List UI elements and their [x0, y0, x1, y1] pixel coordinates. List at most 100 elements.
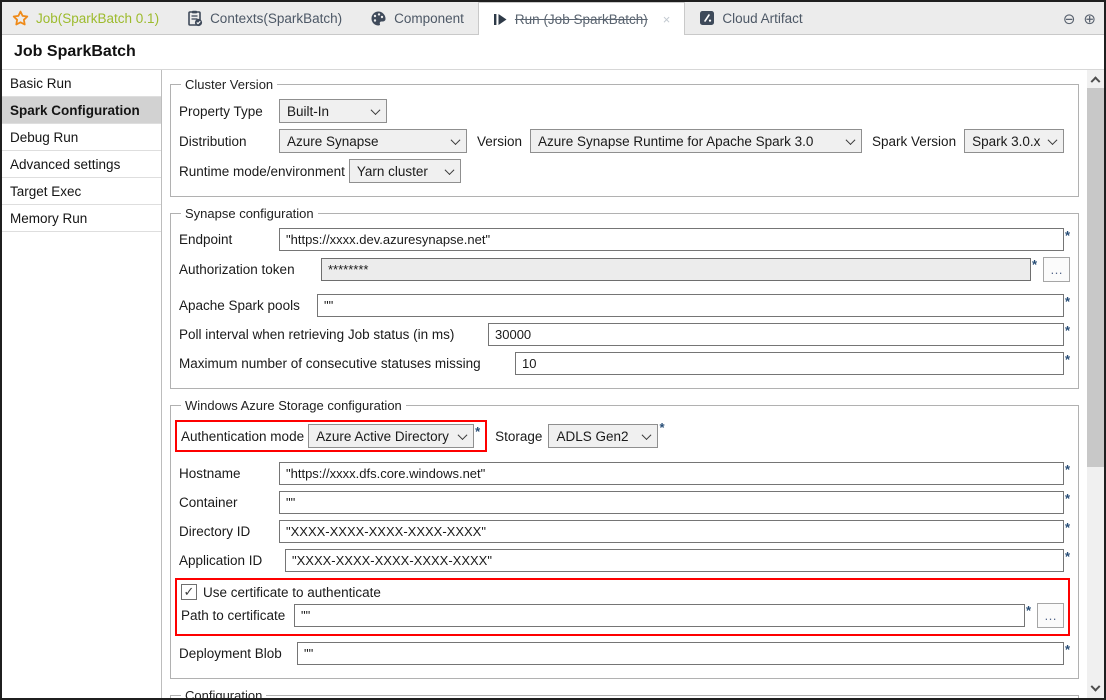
storage-label: Storage [495, 429, 542, 444]
sidebar-item-advanced-settings[interactable]: Advanced settings [2, 151, 161, 178]
run-icon [493, 12, 508, 27]
dropdown-value: Spark 3.0.x [972, 134, 1040, 149]
required-marker: * [1065, 463, 1070, 476]
tab-job[interactable]: Job(SparkBatch 0.1) [2, 2, 173, 34]
tab-contexts-label: Contexts(SparkBatch) [210, 11, 342, 26]
deployment-blob-label: Deployment Blob [179, 646, 297, 661]
close-tab-icon[interactable]: × [663, 12, 671, 27]
directory-id-input[interactable] [279, 520, 1064, 543]
max-missing-statuses-label: Maximum number of consecutive statuses m… [179, 356, 515, 371]
application-id-input[interactable] [285, 549, 1064, 572]
group-legend: Windows Azure Storage configuration [181, 398, 406, 413]
authorization-token-input[interactable] [321, 258, 1031, 281]
sidebar-item-debug-run[interactable]: Debug Run [2, 124, 161, 151]
spark-version-dropdown[interactable]: Spark 3.0.x [964, 129, 1064, 153]
sidebar-item-memory-run[interactable]: Memory Run [2, 205, 161, 232]
minimize-view-icon[interactable]: ⊖ [1063, 10, 1076, 28]
tab-run-label: Run (Job SparkBatch) [515, 12, 648, 27]
spark-version-label: Spark Version [872, 134, 956, 149]
required-marker: * [1065, 324, 1070, 337]
view-tab-bar: Job(SparkBatch 0.1) Contexts(SparkBatch) [2, 2, 1104, 35]
required-marker: * [475, 425, 480, 438]
app-window: Job(SparkBatch 0.1) Contexts(SparkBatch) [0, 0, 1106, 700]
application-id-label: Application ID [179, 553, 285, 568]
runtime-mode-dropdown[interactable]: Yarn cluster [349, 159, 461, 183]
group-windows-azure-storage: Windows Azure Storage configuration Auth… [170, 398, 1079, 679]
required-marker: * [659, 421, 664, 434]
sidebar-item-label: Spark Configuration [10, 103, 140, 118]
group-legend: Cluster Version [181, 77, 277, 92]
vertical-scrollbar[interactable] [1087, 70, 1104, 698]
required-marker: * [1065, 353, 1070, 366]
scrollbar-thumb[interactable] [1087, 88, 1104, 467]
dropdown-value: Azure Active Directory [316, 429, 449, 444]
scroll-up-icon[interactable] [1087, 70, 1104, 87]
clipboard-check-icon [187, 10, 203, 27]
version-label: Version [477, 134, 522, 149]
spark-configuration-panel: Cluster Version Property Type Built-In D… [162, 70, 1087, 698]
group-configuration: Configuration Use local timezone ✓ Use d… [170, 688, 1079, 698]
required-marker: * [1065, 229, 1070, 242]
use-certificate-checkbox[interactable]: ✓ [181, 584, 197, 600]
directory-id-label: Directory ID [179, 524, 279, 539]
path-to-certificate-label: Path to certificate [181, 608, 294, 623]
container-label: Container [179, 495, 279, 510]
palette-icon [370, 10, 387, 27]
auth-mode-highlight: Authentication mode Azure Active Directo… [175, 420, 487, 452]
chevron-down-icon [371, 105, 381, 115]
required-marker: * [1065, 643, 1070, 656]
apache-spark-pools-input[interactable] [317, 294, 1064, 317]
tab-component[interactable]: Component [356, 2, 478, 34]
dropdown-value: Yarn cluster [357, 164, 428, 179]
tab-run[interactable]: Run (Job SparkBatch) × [478, 2, 685, 35]
poll-interval-input[interactable] [488, 323, 1064, 346]
authentication-mode-label: Authentication mode [181, 429, 304, 444]
authorization-token-label: Authorization token [179, 262, 321, 277]
sidebar-item-target-exec[interactable]: Target Exec [2, 178, 161, 205]
required-marker: * [1065, 492, 1070, 505]
container-input[interactable] [279, 491, 1064, 514]
tab-cloud-artifact[interactable]: Cloud Artifact [685, 2, 816, 34]
star-icon [12, 10, 29, 27]
group-legend: Synapse configuration [181, 206, 318, 221]
chevron-down-icon [1048, 135, 1058, 145]
dropdown-value: ADLS Gen2 [556, 429, 628, 444]
endpoint-input[interactable] [279, 228, 1064, 251]
dropdown-value: Built-In [287, 104, 329, 119]
chevron-down-icon [458, 430, 468, 440]
path-to-certificate-input[interactable] [294, 604, 1025, 627]
chevron-down-icon [642, 430, 652, 440]
required-marker: * [1065, 521, 1070, 534]
group-synapse-configuration: Synapse configuration Endpoint * Authori… [170, 206, 1079, 389]
dropdown-value: Azure Synapse [287, 134, 379, 149]
property-type-dropdown[interactable]: Built-In [279, 99, 387, 123]
scroll-down-icon[interactable] [1087, 681, 1104, 698]
required-marker: * [1065, 550, 1070, 563]
maximize-view-icon[interactable]: ⊕ [1083, 10, 1096, 28]
required-marker: * [1032, 258, 1037, 271]
authorization-token-browse-button[interactable]: … [1043, 257, 1070, 282]
path-to-certificate-browse-button[interactable]: … [1037, 603, 1064, 628]
sidebar-item-basic-run[interactable]: Basic Run [2, 70, 161, 97]
chevron-down-icon [444, 165, 454, 175]
deployment-blob-input[interactable] [297, 642, 1064, 665]
authentication-mode-dropdown[interactable]: Azure Active Directory [308, 424, 474, 448]
sidebar-item-spark-configuration[interactable]: Spark Configuration [2, 97, 161, 124]
version-dropdown[interactable]: Azure Synapse Runtime for Apache Spark 3… [530, 129, 862, 153]
apache-spark-pools-label: Apache Spark pools [179, 298, 317, 313]
sidebar-item-label: Target Exec [10, 184, 81, 199]
group-legend: Configuration [181, 688, 266, 698]
sidebar-item-label: Basic Run [10, 76, 72, 91]
certificate-highlight: ✓ Use certificate to authenticate Path t… [175, 578, 1070, 636]
tab-contexts[interactable]: Contexts(SparkBatch) [173, 2, 356, 34]
storage-dropdown[interactable]: ADLS Gen2 [548, 424, 658, 448]
group-cluster-version: Cluster Version Property Type Built-In D… [170, 77, 1079, 197]
cloud-artifact-icon [699, 10, 715, 26]
endpoint-label: Endpoint [179, 232, 279, 247]
max-missing-statuses-input[interactable] [515, 352, 1064, 375]
required-marker: * [1065, 295, 1070, 308]
poll-interval-label: Poll interval when retrieving Job status… [179, 327, 488, 342]
distribution-dropdown[interactable]: Azure Synapse [279, 129, 467, 153]
hostname-input[interactable] [279, 462, 1064, 485]
title-bar: Job SparkBatch [2, 35, 1104, 69]
